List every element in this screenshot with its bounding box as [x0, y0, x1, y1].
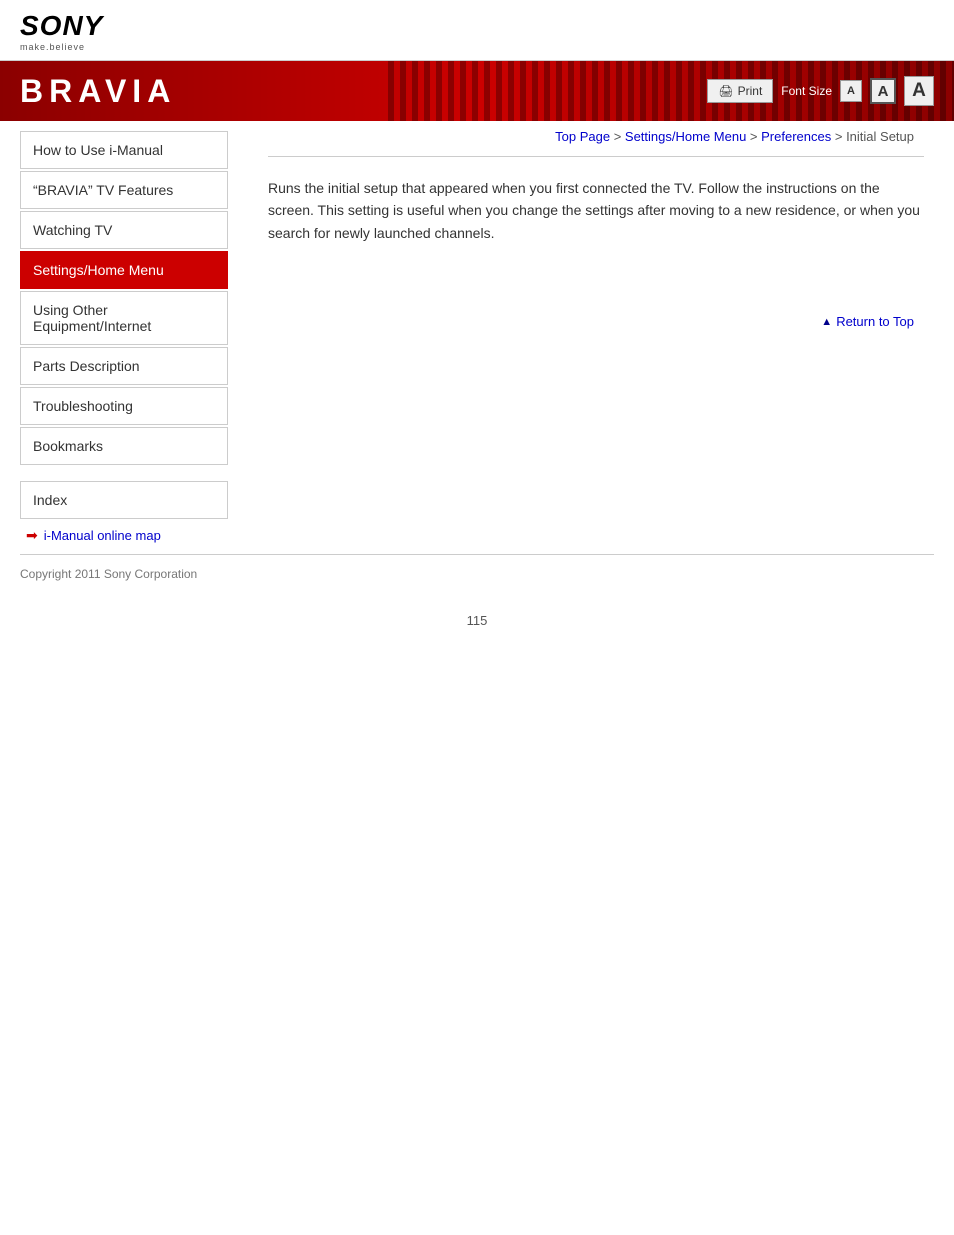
content-body: Runs the initial setup that appeared whe… [268, 177, 924, 244]
breadcrumb: Top Page > Settings/Home Menu > Preferen… [268, 129, 924, 144]
sidebar-item-bravia-features[interactable]: “BRAVIA” TV Features [20, 171, 228, 209]
breadcrumb-top-page[interactable]: Top Page [555, 129, 610, 144]
sony-brand-text: SONY [20, 10, 103, 42]
breadcrumb-preferences[interactable]: Preferences [761, 129, 831, 144]
sidebar-item-bookmarks[interactable]: Bookmarks [20, 427, 228, 465]
breadcrumb-sep3: > [831, 129, 846, 144]
return-top-label: Return to Top [836, 314, 914, 329]
return-top-row: ▲ Return to Top [268, 304, 924, 339]
sidebar-item-how-to-use[interactable]: How to Use i-Manual [20, 131, 228, 169]
content-area: Top Page > Settings/Home Menu > Preferen… [238, 121, 954, 554]
sidebar-item-watching-tv[interactable]: Watching TV [20, 211, 228, 249]
breadcrumb-sep2: > [746, 129, 761, 144]
font-large-button[interactable]: A [904, 76, 934, 106]
sidebar-item-settings-home-menu[interactable]: Settings/Home Menu [20, 251, 228, 289]
banner: BRAVIA 🖨 Print Font Size A A A [0, 61, 954, 121]
sidebar-item-parts-description[interactable]: Parts Description [20, 347, 228, 385]
triangle-up-icon: ▲ [821, 316, 832, 328]
arrow-right-icon: ➡ [26, 527, 38, 544]
header: SONY make.believe [0, 0, 954, 61]
breadcrumb-settings[interactable]: Settings/Home Menu [625, 129, 746, 144]
breadcrumb-current: Initial Setup [846, 129, 914, 144]
return-to-top-link[interactable]: ▲ Return to Top [821, 314, 914, 329]
sidebar-item-troubleshooting[interactable]: Troubleshooting [20, 387, 228, 425]
sidebar: How to Use i-Manual “BRAVIA” TV Features… [0, 121, 238, 554]
page-number: 115 [0, 593, 954, 638]
online-map-label: i-Manual online map [44, 528, 161, 543]
print-button[interactable]: 🖨 Print [707, 79, 773, 103]
banner-controls: 🖨 Print Font Size A A A [707, 76, 934, 106]
font-medium-button[interactable]: A [870, 78, 896, 104]
font-small-button[interactable]: A [840, 80, 862, 102]
copyright-text: Copyright 2011 Sony Corporation [20, 567, 197, 581]
content-divider [268, 156, 924, 157]
online-map-link[interactable]: ➡ i-Manual online map [20, 527, 228, 544]
bravia-title: BRAVIA [20, 73, 176, 109]
print-label: Print [738, 84, 763, 98]
sony-logo: SONY make.believe [20, 10, 934, 52]
main-layout: How to Use i-Manual “BRAVIA” TV Features… [0, 121, 954, 554]
footer: Copyright 2011 Sony Corporation [0, 555, 954, 593]
banner-title: BRAVIA [0, 73, 176, 110]
sony-tagline: make.believe [20, 42, 85, 52]
breadcrumb-sep1: > [610, 129, 625, 144]
sidebar-item-index[interactable]: Index [20, 481, 228, 519]
sidebar-item-other-equipment[interactable]: Using Other Equipment/Internet [20, 291, 228, 345]
print-icon: 🖨 [718, 84, 733, 98]
font-size-label: Font Size [781, 84, 832, 98]
